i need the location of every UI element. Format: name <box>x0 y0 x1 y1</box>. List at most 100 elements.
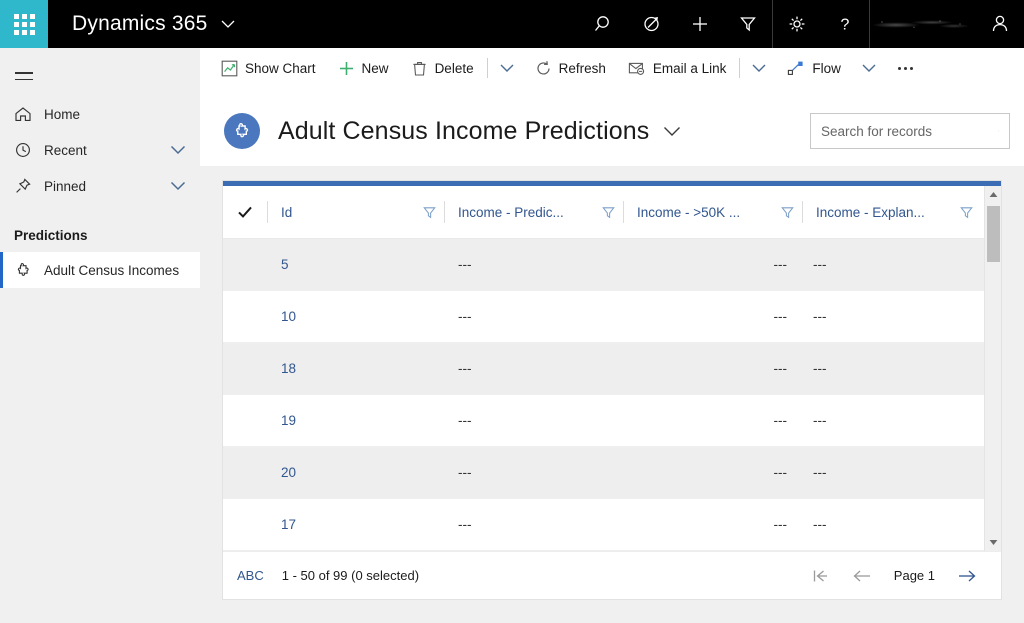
home-icon <box>14 105 44 123</box>
first-page-button[interactable] <box>800 556 842 596</box>
help-icon: ? <box>835 14 855 34</box>
plus-icon <box>690 14 710 34</box>
column-header-income-explanation[interactable]: Income - Explan... <box>803 186 981 239</box>
search-button[interactable] <box>580 0 628 48</box>
table-row[interactable]: 17 --- --- --- <box>223 499 1001 551</box>
flow-dropdown-button[interactable] <box>852 48 886 88</box>
record-link[interactable]: 17 <box>281 517 296 532</box>
brand-title: Dynamics 365 <box>72 12 207 36</box>
email-a-link-button[interactable]: Email a Link <box>617 48 738 88</box>
assistant-button[interactable] <box>628 0 676 48</box>
grid-body: 5 --- --- --- 10 --- --- --- 18 - <box>223 239 1001 551</box>
filter-icon[interactable] <box>415 205 444 220</box>
app-launcher-button[interactable] <box>0 0 48 48</box>
page-background-top <box>200 166 1024 180</box>
arrow-right-icon <box>955 568 977 584</box>
delete-dropdown-button[interactable] <box>490 48 524 88</box>
cell-id: 19 <box>267 395 444 447</box>
filter-icon <box>738 14 758 34</box>
caret-up-icon <box>989 191 998 198</box>
record-count-label: 1 - 50 of 99 (0 selected) <box>282 568 419 583</box>
more-commands-button[interactable] <box>886 48 925 88</box>
filter-icon[interactable] <box>952 205 981 220</box>
sidebar-item-adult-census-incomes[interactable]: Adult Census Incomes <box>0 252 200 288</box>
cell-income-gt50k: --- <box>622 291 800 343</box>
column-header-income-predicted[interactable]: Income - Predic... <box>445 186 623 239</box>
new-button[interactable]: New <box>327 48 400 88</box>
scroll-down-button[interactable] <box>985 534 1001 551</box>
row-checkbox[interactable] <box>223 447 267 499</box>
show-chart-button[interactable]: Show Chart <box>210 48 327 88</box>
previous-page-button[interactable] <box>842 556 884 596</box>
top-navigation-bar: Dynamics 365 <box>0 0 1024 48</box>
page-background-right <box>1002 180 1024 600</box>
scroll-up-button[interactable] <box>985 186 1001 203</box>
record-link[interactable]: 19 <box>281 413 296 428</box>
redacted-org-label <box>870 14 970 34</box>
user-avatar-button[interactable] <box>976 0 1024 48</box>
settings-button[interactable] <box>773 0 821 48</box>
chevron-down-icon <box>752 64 766 73</box>
record-link[interactable]: 20 <box>281 465 296 480</box>
arrow-left-icon <box>852 568 874 584</box>
table-row[interactable]: 19 --- --- --- <box>223 395 1001 447</box>
row-checkbox[interactable] <box>223 343 267 395</box>
row-checkbox[interactable] <box>223 239 267 291</box>
chevron-down-icon <box>663 126 681 137</box>
cell-income-explanation: --- <box>800 343 978 395</box>
table-row[interactable]: 5 --- --- --- <box>223 239 1001 291</box>
filter-button[interactable] <box>724 0 772 48</box>
row-checkbox[interactable] <box>223 291 267 343</box>
brand-home-button[interactable]: Dynamics 365 <box>48 0 257 48</box>
filter-icon[interactable] <box>594 205 623 220</box>
settings-gear-icon <box>787 14 807 34</box>
record-link[interactable]: 10 <box>281 309 296 324</box>
search-input[interactable] <box>821 124 998 139</box>
search-icon[interactable] <box>998 123 999 139</box>
flow-button[interactable]: Flow <box>776 48 852 88</box>
page-header: Adult Census Income Predictions <box>200 96 1024 166</box>
sidebar-item-recent[interactable]: Recent <box>0 132 200 168</box>
scrollbar-thumb[interactable] <box>987 206 1000 262</box>
alpha-index-button[interactable]: ABC <box>237 568 264 583</box>
page-title: Adult Census Income Predictions <box>278 117 649 146</box>
svg-text:?: ? <box>841 17 850 34</box>
column-header-income-gt50k[interactable]: Income - >50K ... <box>624 186 802 239</box>
table-row[interactable]: 18 --- --- --- <box>223 343 1001 395</box>
quick-create-button[interactable] <box>676 0 724 48</box>
cell-income-explanation: --- <box>800 395 978 447</box>
chevron-down-icon[interactable] <box>170 145 200 155</box>
chevron-down-icon <box>862 64 876 73</box>
record-link[interactable]: 18 <box>281 361 296 376</box>
sidebar-item-home[interactable]: Home <box>0 96 200 132</box>
command-bar: Show Chart New Delete <box>200 48 1024 88</box>
cell-income-predicted: --- <box>444 343 622 395</box>
help-button[interactable]: ? <box>821 0 869 48</box>
entity-badge <box>224 113 260 149</box>
row-checkbox[interactable] <box>223 499 267 551</box>
pin-icon <box>14 177 44 195</box>
sidebar-toggle-button[interactable] <box>0 56 48 96</box>
chevron-down-icon[interactable] <box>170 181 200 191</box>
plus-icon <box>338 60 355 77</box>
refresh-button[interactable]: Refresh <box>524 48 617 88</box>
cell-income-gt50k: --- <box>622 499 800 551</box>
filter-icon[interactable] <box>773 205 802 220</box>
table-row[interactable]: 10 --- --- --- <box>223 291 1001 343</box>
record-link[interactable]: 5 <box>281 257 289 272</box>
select-all-checkbox[interactable] <box>223 186 267 239</box>
chevron-down-icon <box>221 20 235 29</box>
next-page-button[interactable] <box>945 556 987 596</box>
page-background-left <box>200 180 222 600</box>
email-dropdown-button[interactable] <box>742 48 776 88</box>
column-header-id[interactable]: Id <box>268 186 444 239</box>
search-records-box[interactable] <box>810 113 1010 149</box>
grid-footer: ABC 1 - 50 of 99 (0 selected) Page 1 <box>223 551 1001 599</box>
grid-vertical-scrollbar[interactable] <box>984 186 1001 551</box>
column-header-label: Income - >50K ... <box>624 205 773 220</box>
sidebar-item-pinned[interactable]: Pinned <box>0 168 200 204</box>
row-checkbox[interactable] <box>223 395 267 447</box>
table-row[interactable]: 20 --- --- --- <box>223 447 1001 499</box>
delete-button[interactable]: Delete <box>400 48 485 88</box>
view-selector-button[interactable] <box>663 126 681 137</box>
